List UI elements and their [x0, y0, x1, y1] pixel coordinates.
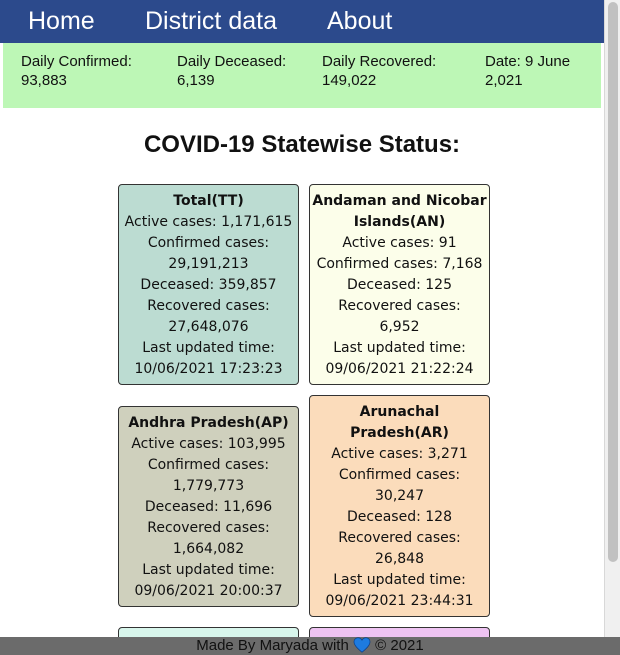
recovered-cases-label: Recovered cases:: [147, 520, 270, 536]
deceased-cases: Deceased: 125: [347, 277, 452, 293]
deceased-cases: Deceased: 359,857: [140, 277, 277, 293]
last-updated-label: Last updated time:: [333, 340, 466, 356]
state-card-arunachal-pradesh: Arunachal Pradesh(AR) Active cases: 3,27…: [309, 395, 490, 617]
recovered-cases-label: Recovered cases:: [338, 298, 461, 314]
confirmed-cases-value: 1,779,773: [172, 478, 245, 494]
summary-date: Date: 9 June 2,021: [485, 52, 570, 90]
active-cases: Active cases: 91: [342, 235, 457, 251]
last-updated-label: Last updated time:: [333, 572, 466, 588]
page-viewport: Home District data About Daily Confirmed…: [0, 0, 604, 655]
confirmed-cases-label: Confirmed cases:: [147, 457, 270, 473]
vertical-scrollbar[interactable]: [604, 0, 620, 655]
state-name: Arunachal Pradesh(AR): [350, 404, 449, 441]
page-footer: Made By Maryada with © 2021: [0, 637, 620, 655]
footer-text-after: © 2021: [375, 637, 424, 654]
active-cases: Active cases: 103,995: [131, 436, 286, 452]
recovered-cases-value: 27,648,076: [168, 319, 249, 335]
last-updated-value: 10/06/2021 17:23:23: [134, 361, 283, 377]
daily-confirmed-label: Daily Confirmed:: [21, 53, 132, 70]
deceased-cases: Deceased: 11,696: [144, 499, 273, 515]
nav-district-data-link[interactable]: District data: [145, 7, 277, 36]
state-name: Total(TT): [173, 193, 244, 209]
last-updated-value: 09/06/2021 23:44:31: [325, 593, 474, 609]
recovered-cases-value: 26,848: [375, 551, 424, 567]
daily-confirmed: Daily Confirmed: 93,883: [21, 52, 132, 90]
daily-deceased-value: 6,139: [177, 72, 215, 89]
page-title: COVID-19 Statewise Status:: [143, 131, 461, 158]
confirmed-cases-value: 30,247: [375, 488, 424, 504]
summary-date-line2: 2,021: [485, 72, 523, 89]
confirmed-cases-label: Confirmed cases:: [338, 467, 461, 483]
state-card-total: Total(TT) Active cases: 1,171,615 Confir…: [118, 184, 299, 385]
confirmed-cases: Confirmed cases: 7,168: [316, 256, 483, 272]
last-updated-value: 09/06/2021 21:22:24: [325, 361, 474, 377]
recovered-cases-label: Recovered cases:: [338, 530, 461, 546]
daily-confirmed-value: 93,883: [21, 72, 67, 89]
footer-text-before: Made By Maryada with: [196, 637, 349, 654]
last-updated-label: Last updated time:: [142, 340, 275, 356]
recovered-cases-label: Recovered cases:: [147, 298, 270, 314]
recovered-cases-value: 6,952: [379, 319, 420, 335]
daily-recovered-label: Daily Recovered:: [322, 53, 437, 70]
daily-recovered: Daily Recovered: 149,022: [322, 52, 436, 90]
daily-summary-bar: Daily Confirmed: 93,883 Daily Deceased: …: [3, 43, 601, 108]
daily-deceased-label: Daily Deceased:: [177, 53, 287, 70]
top-navbar: Home District data About: [0, 0, 604, 43]
daily-recovered-value: 149,022: [322, 72, 377, 89]
last-updated-value: 09/06/2021 20:00:37: [134, 583, 283, 599]
deceased-cases: Deceased: 128: [347, 509, 452, 525]
last-updated-label: Last updated time:: [142, 562, 275, 578]
active-cases: Active cases: 3,271: [331, 446, 468, 462]
blue-heart-icon: [353, 637, 371, 653]
nav-about-link[interactable]: About: [327, 7, 392, 36]
state-name: Andhra Pradesh(AP): [128, 415, 289, 431]
daily-deceased: Daily Deceased: 6,139: [177, 52, 286, 90]
nav-home-link[interactable]: Home: [28, 7, 95, 36]
recovered-cases-value: 1,664,082: [172, 541, 245, 557]
state-name: Andaman and Nicobar Islands(AN): [312, 193, 487, 230]
summary-date-line1: Date: 9 June: [485, 53, 571, 70]
confirmed-cases-label: Confirmed cases:: [147, 235, 270, 251]
state-card-andaman-nicobar: Andaman and Nicobar Islands(AN) Active c…: [309, 184, 490, 385]
active-cases: Active cases: 1,171,615: [124, 214, 293, 230]
state-card-andhra-pradesh: Andhra Pradesh(AP) Active cases: 103,995…: [118, 406, 299, 607]
confirmed-cases-value: 29,191,213: [168, 256, 249, 272]
scrollbar-thumb[interactable]: [608, 2, 618, 562]
